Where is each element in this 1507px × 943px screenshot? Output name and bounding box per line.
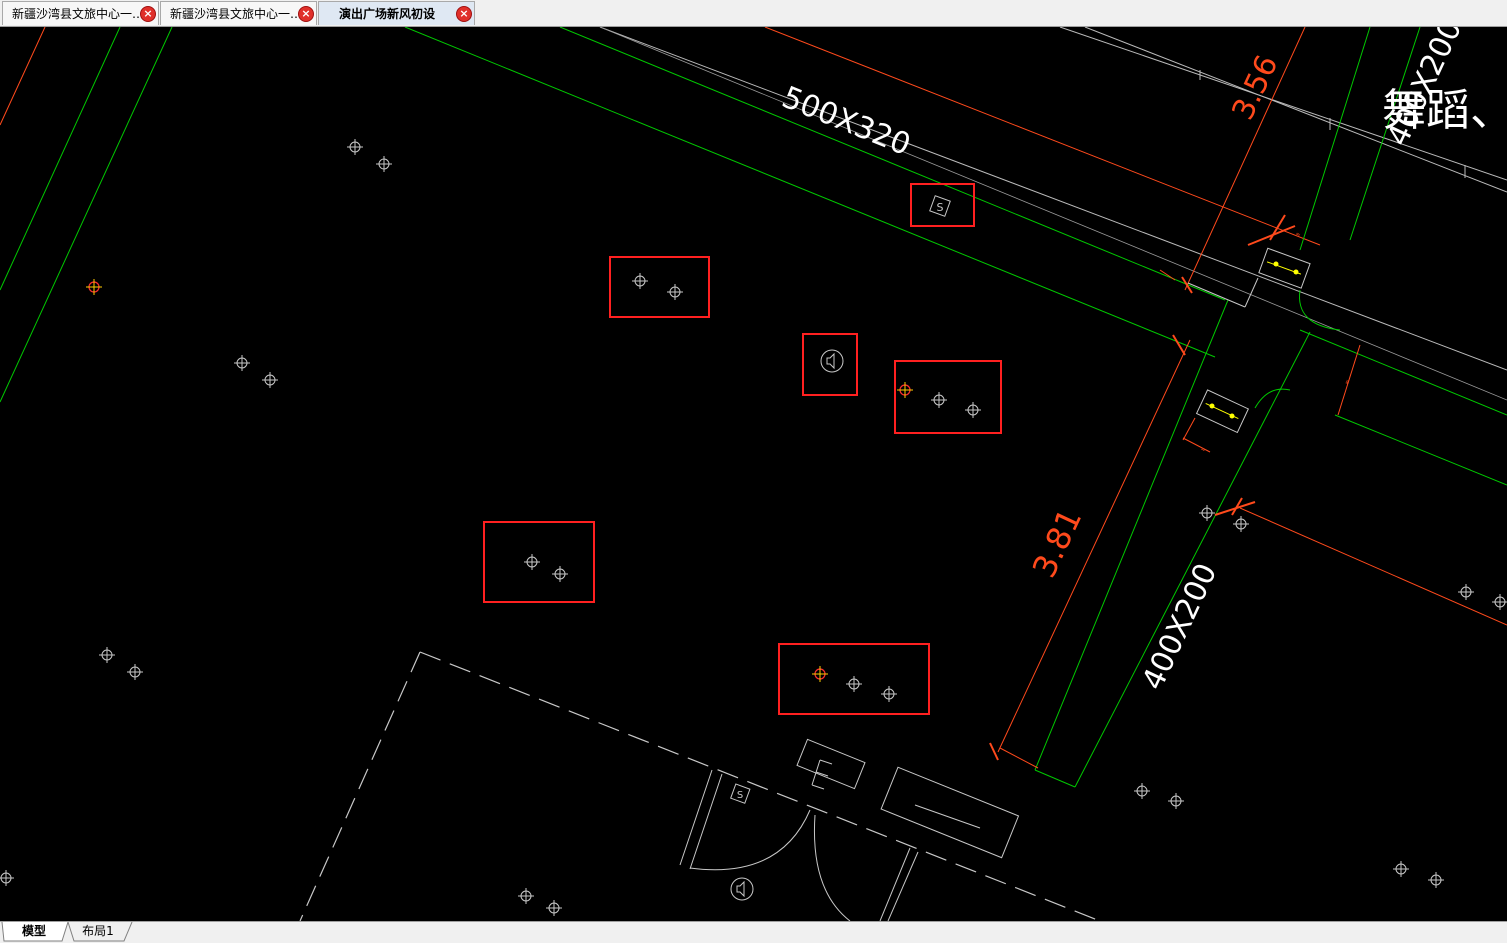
tab-model[interactable]: 模型 [4, 922, 64, 941]
door-and-equipment [679, 738, 1020, 921]
dimension-label: 3.56 [1226, 50, 1286, 125]
close-icon[interactable]: × [140, 6, 156, 22]
dimension-label: 3.81 [1025, 503, 1090, 584]
sensor-glyph: S [937, 201, 944, 214]
tab-document-1-label: 新疆沙湾县文旅中心一… [12, 7, 140, 21]
layout-tab-bar: 模型 布局1 [0, 921, 1507, 943]
tab-document-1[interactable]: 新疆沙湾县文旅中心一… × [2, 1, 159, 25]
duct-branch-vertical [997, 27, 1421, 788]
close-icon[interactable]: × [456, 6, 472, 22]
light-fixtures [0, 138, 1507, 917]
close-icon[interactable]: × [298, 6, 314, 22]
tab-document-2[interactable]: 新疆沙湾县文旅中心一… × [160, 1, 317, 25]
room-name-label: 舞蹈、 [1382, 85, 1507, 136]
tab-document-3[interactable]: 演出广场新风初设 × [318, 1, 475, 25]
speaker-icon[interactable] [730, 877, 754, 901]
damper-symbol-lower [1195, 389, 1250, 434]
speaker-icon[interactable] [820, 349, 844, 373]
duct-wall-lines-left [0, 27, 173, 403]
tab-document-2-label: 新疆沙湾县文旅中心一… [170, 7, 298, 21]
drawing-canvas[interactable]: S S 500X320 400X200 400X200 3.56 3.81 舞蹈… [0, 27, 1507, 921]
tab-document-3-label: 演出广场新风初设 [339, 7, 436, 21]
sensor-icon[interactable]: S [730, 783, 751, 804]
dimension-label-small: ≈ [1343, 379, 1351, 386]
duct-size-label: 500X320 [777, 80, 915, 163]
sensor-glyph: S [737, 790, 743, 801]
document-tab-bar: 新疆沙湾县文旅中心一… × 新疆沙湾县文旅中心一… × 演出广场新风初设 × [0, 0, 1507, 27]
duct-size-label: 400X200 [1136, 558, 1225, 695]
damper-symbol-upper [1258, 247, 1311, 289]
room-boundary-dashed [299, 651, 1101, 921]
selection-highlights [483, 183, 1002, 715]
tab-layout-1[interactable]: 布局1 [70, 922, 126, 941]
sensor-icon[interactable]: S [929, 195, 951, 217]
